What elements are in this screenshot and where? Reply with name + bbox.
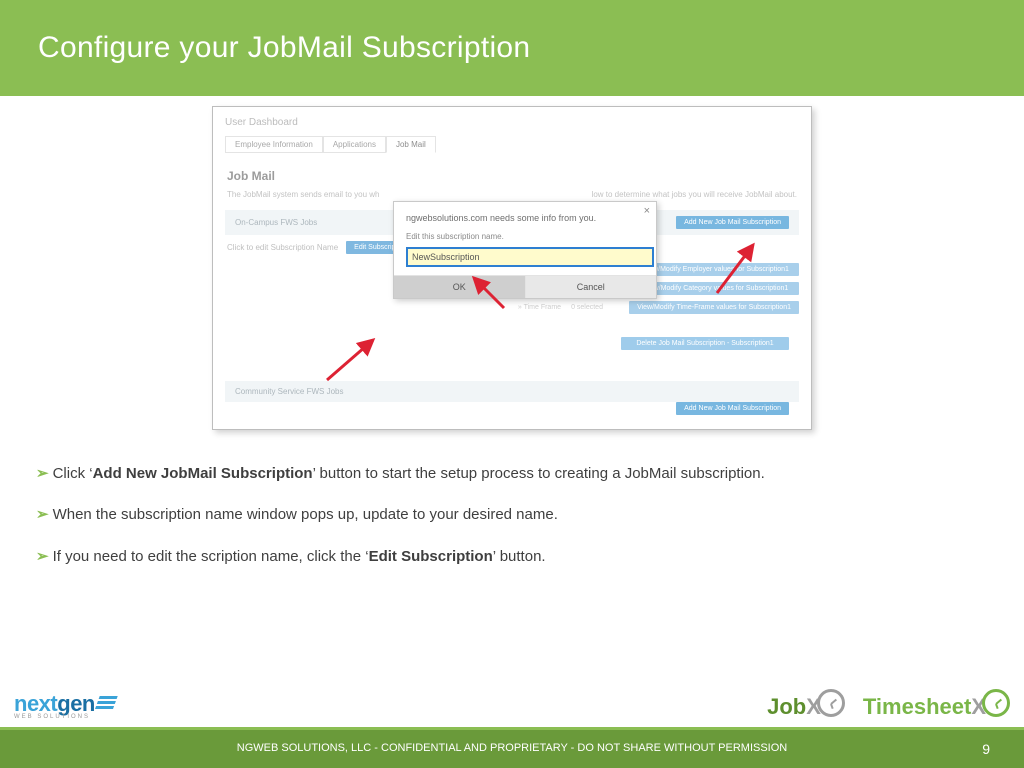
dialog-prompt: ngwebsolutions.com needs some info from … [394, 202, 656, 232]
annotation-arrow-icon [713, 237, 763, 297]
modify-timeframe-button[interactable]: View/Modify Time-Frame values for Subscr… [629, 301, 799, 314]
annotation-arrow-icon [468, 272, 508, 312]
wing-icon [94, 696, 117, 711]
chevron-icon: ➢ [36, 506, 49, 523]
delete-subscription-button[interactable]: Delete Job Mail Subscription - Subscript… [621, 337, 789, 350]
clock-icon [817, 689, 845, 717]
tab-employee-info[interactable]: Employee Information [225, 136, 323, 153]
page-number: 9 [982, 741, 990, 757]
instruction-bullets: ➢Click ‘Add New JobMail Subscription’ bu… [36, 462, 988, 568]
add-new-subscription-button[interactable]: Add New Job Mail Subscription [676, 216, 789, 229]
jobmail-heading: Job Mail [227, 169, 811, 183]
tab-job-mail[interactable]: Job Mail [386, 136, 436, 153]
edit-name-dialog: × ngwebsolutions.com needs some info fro… [393, 201, 657, 299]
chevron-icon: ➢ [36, 465, 49, 482]
tab-bar: Employee Information Applications Job Ma… [225, 136, 811, 153]
footer-text: NGWEB SOLUTIONS, LLC - CONFIDENTIAL AND … [0, 742, 1024, 756]
timesheetx-logo: TimesheetX [863, 689, 1010, 720]
chevron-icon: ➢ [36, 548, 49, 565]
section-community-service: Community Service FWS Jobs [225, 381, 799, 402]
dialog-subtext: Edit this subscription name. [394, 232, 656, 247]
row-timeframe: » Time Frame 0 selected View/Modify Time… [225, 298, 799, 317]
tab-applications[interactable]: Applications [323, 136, 386, 153]
jobx-logo: JobX [767, 689, 845, 720]
bullet-2: ➢When the subscription name window pops … [36, 503, 988, 526]
title-bar: Configure your JobMail Subscription [0, 0, 1024, 96]
bullet-3: ➢If you need to edit the scription name,… [36, 545, 988, 568]
annotation-arrow-icon [323, 334, 383, 384]
add-new-subscription-button-2[interactable]: Add New Job Mail Subscription [676, 402, 789, 415]
clock-icon [982, 689, 1010, 717]
slide-title: Configure your JobMail Subscription [38, 31, 530, 65]
edit-subscription-label: Click to edit Subscription Name [227, 243, 338, 252]
subscription-name-input[interactable] [406, 247, 654, 267]
cancel-button[interactable]: Cancel [526, 276, 657, 298]
embedded-screenshot: User Dashboard Employee Information Appl… [212, 106, 812, 430]
jobmail-description: The JobMail system sends email to you wh… [227, 189, 797, 200]
bullet-1: ➢Click ‘Add New JobMail Subscription’ bu… [36, 462, 988, 485]
footer-bar: NGWEB SOLUTIONS, LLC - CONFIDENTIAL AND … [0, 727, 1024, 768]
dashboard-breadcrumb: User Dashboard [213, 107, 811, 132]
close-icon[interactable]: × [644, 205, 650, 217]
nextgen-logo: nextgen WEB SOLUTIONS [14, 691, 115, 720]
